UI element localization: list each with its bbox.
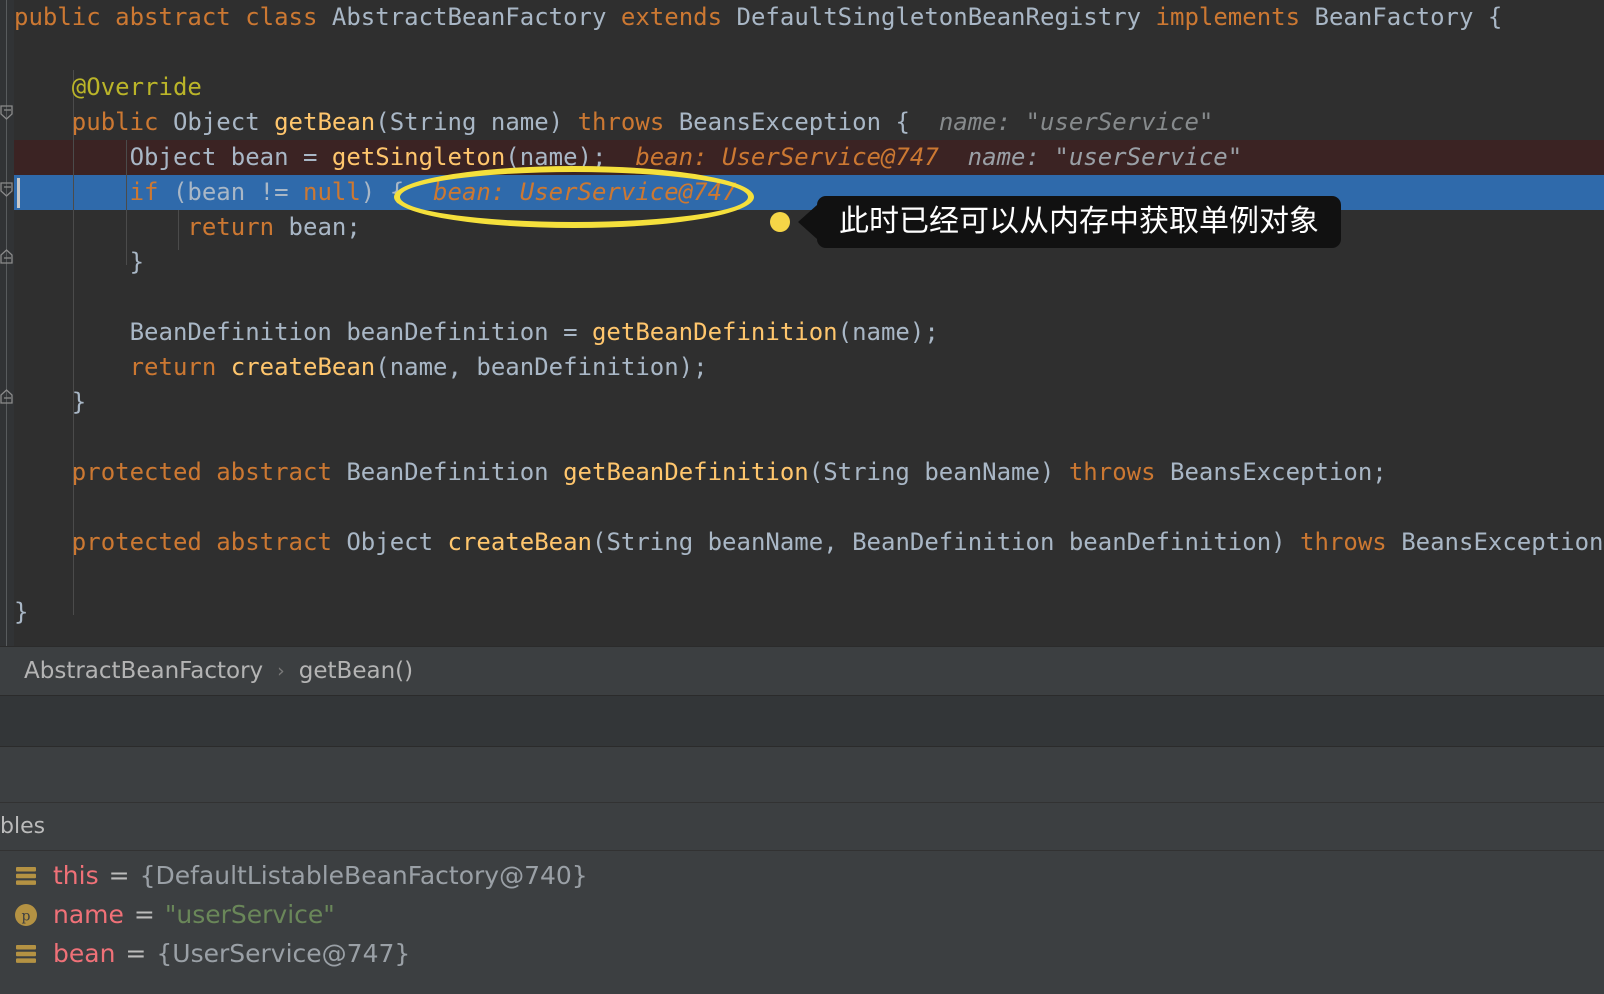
breadcrumb-method[interactable]: getBean() <box>299 658 413 684</box>
code-line-16[interactable]: protected abstract Object createBean(Str… <box>0 525 1604 560</box>
variable-equals: = <box>108 861 130 890</box>
annotation-tooltip: 此时已经可以从内存中获取单例对象 <box>817 196 1341 248</box>
code-line-9[interactable] <box>0 280 1604 315</box>
code-line-18[interactable]: } <box>0 595 1604 630</box>
inline-hint-bean-l5: bean: UserService@747 <box>635 143 939 171</box>
breadcrumb-class[interactable]: AbstractBeanFactory <box>24 658 263 684</box>
variable-row-name[interactable]: p name = "userService" <box>0 895 1604 934</box>
variable-row-bean[interactable]: bean = {UserService@747} <box>0 934 1604 973</box>
debug-toolbar-band[interactable] <box>0 696 1604 747</box>
inline-hint-name-l5: name: "userService" <box>967 143 1243 171</box>
code-editor[interactable]: public abstract class AbstractBeanFactor… <box>0 0 1604 646</box>
code-line-5[interactable]: Object bean = getSingleton(name); bean: … <box>0 140 1604 175</box>
object-icon <box>13 863 39 889</box>
code-line-17[interactable] <box>0 560 1604 595</box>
variables-panel[interactable]: this = {DefaultListableBeanFactory@740} … <box>0 851 1604 994</box>
code-line-12[interactable]: } <box>0 385 1604 420</box>
code-line-1[interactable]: public abstract class AbstractBeanFactor… <box>0 0 1604 35</box>
annotation-dot <box>770 212 790 232</box>
code-line-3[interactable]: @Override <box>0 70 1604 105</box>
breadcrumb[interactable]: AbstractBeanFactory › getBean() <box>0 646 1604 695</box>
variable-name: name <box>53 900 124 929</box>
variable-name: bean <box>53 939 116 968</box>
code-line-4[interactable]: public Object getBean(String name) throw… <box>0 105 1604 140</box>
code-line-11[interactable]: return createBean(name, beanDefinition); <box>0 350 1604 385</box>
object-icon <box>13 941 39 967</box>
code-line-13[interactable] <box>0 420 1604 455</box>
variable-value: {UserService@747} <box>156 939 411 968</box>
ide-window: public abstract class AbstractBeanFactor… <box>0 0 1604 994</box>
inline-hint-bean-l6: bean: UserService@747 <box>433 178 737 206</box>
parameter-icon: p <box>13 902 39 928</box>
breadcrumb-separator-icon: › <box>277 660 285 682</box>
tooltip-arrow <box>798 205 817 239</box>
variables-tab-header[interactable]: bles <box>0 803 1604 851</box>
variables-tab-label[interactable]: bles <box>0 814 45 839</box>
code-line-14[interactable]: protected abstract BeanDefinition getBea… <box>0 455 1604 490</box>
inline-hint-name-l4: name: "userService" <box>938 108 1214 136</box>
annotation-tooltip-text: 此时已经可以从内存中获取单例对象 <box>839 204 1319 239</box>
debug-frames-band[interactable] <box>0 747 1604 803</box>
code-line-10[interactable]: BeanDefinition beanDefinition = getBeanD… <box>0 315 1604 350</box>
svg-text:p: p <box>22 908 31 924</box>
variable-value: "userService" <box>164 900 335 929</box>
variable-name: this <box>53 861 99 890</box>
variable-equals: = <box>133 900 155 929</box>
code-line-2[interactable] <box>0 35 1604 70</box>
code-line-8[interactable]: } <box>0 245 1604 280</box>
code-line-15[interactable] <box>0 490 1604 525</box>
variable-row-this[interactable]: this = {DefaultListableBeanFactory@740} <box>0 856 1604 895</box>
variable-equals: = <box>125 939 147 968</box>
variable-value: {DefaultListableBeanFactory@740} <box>139 861 588 890</box>
